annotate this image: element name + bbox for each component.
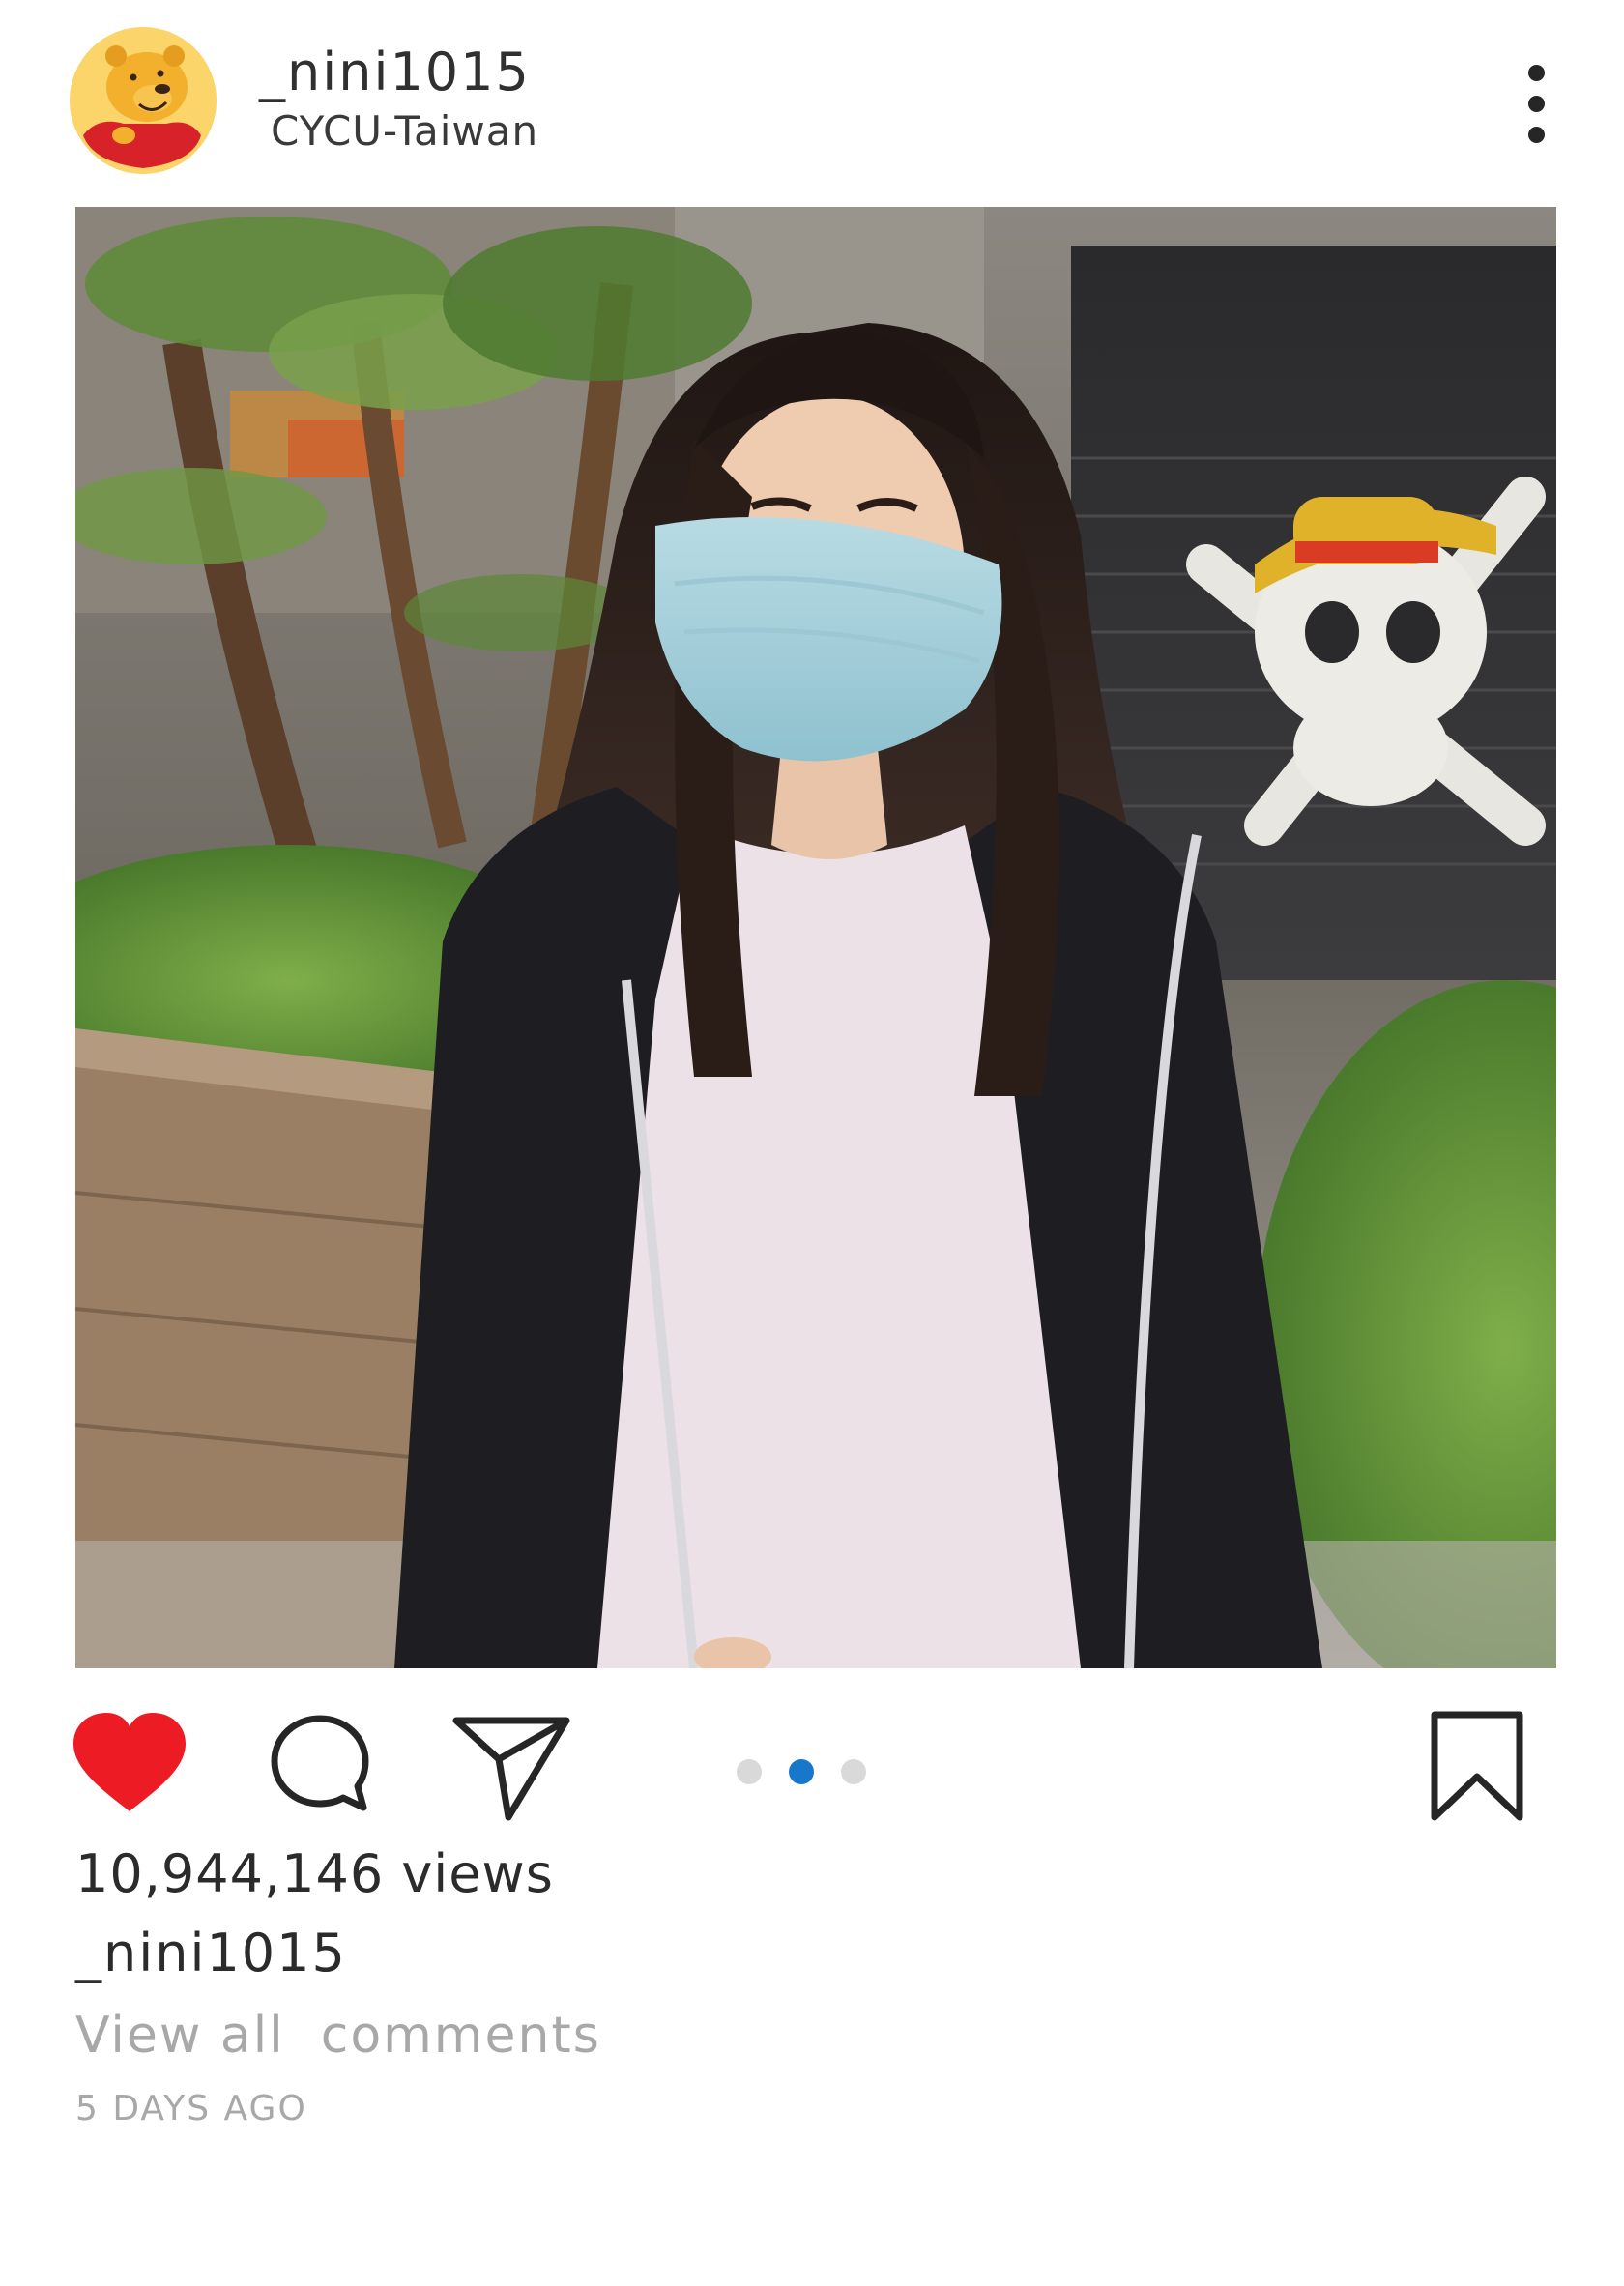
- winnie-the-pooh-icon: [70, 27, 217, 174]
- heart-icon[interactable]: [70, 1711, 189, 1817]
- more-options-icon[interactable]: [1514, 60, 1560, 147]
- carousel-dot[interactable]: [737, 1759, 762, 1784]
- post-photo[interactable]: [75, 207, 1556, 1668]
- post-photo-image: [75, 207, 1556, 1668]
- carousel-dot[interactable]: [841, 1759, 866, 1784]
- instagram-post: _nini1015 CYCU-Taiwan 10,944,146 views _…: [0, 0, 1624, 2286]
- more-dot: [1528, 96, 1545, 112]
- header-username[interactable]: _nini1015: [259, 41, 531, 104]
- view-all-comments-link[interactable]: View all comments: [75, 2005, 601, 2067]
- comment-icon[interactable]: [267, 1711, 373, 1817]
- carousel-dot-active[interactable]: [789, 1759, 814, 1784]
- more-dot: [1528, 65, 1545, 81]
- post-actions: [0, 1682, 1624, 1827]
- share-icon[interactable]: [450, 1711, 572, 1823]
- caption-username[interactable]: _nini1015: [75, 1922, 347, 1985]
- avatar[interactable]: [70, 27, 217, 174]
- bookmark-icon[interactable]: [1427, 1709, 1527, 1825]
- header-location[interactable]: CYCU-Taiwan: [271, 106, 538, 157]
- view-count: 10,944,146 views: [75, 1843, 554, 1904]
- post-header: _nini1015 CYCU-Taiwan: [0, 0, 1624, 193]
- more-dot: [1528, 127, 1545, 143]
- post-timestamp: 5 DAYS AGO: [75, 2089, 307, 2128]
